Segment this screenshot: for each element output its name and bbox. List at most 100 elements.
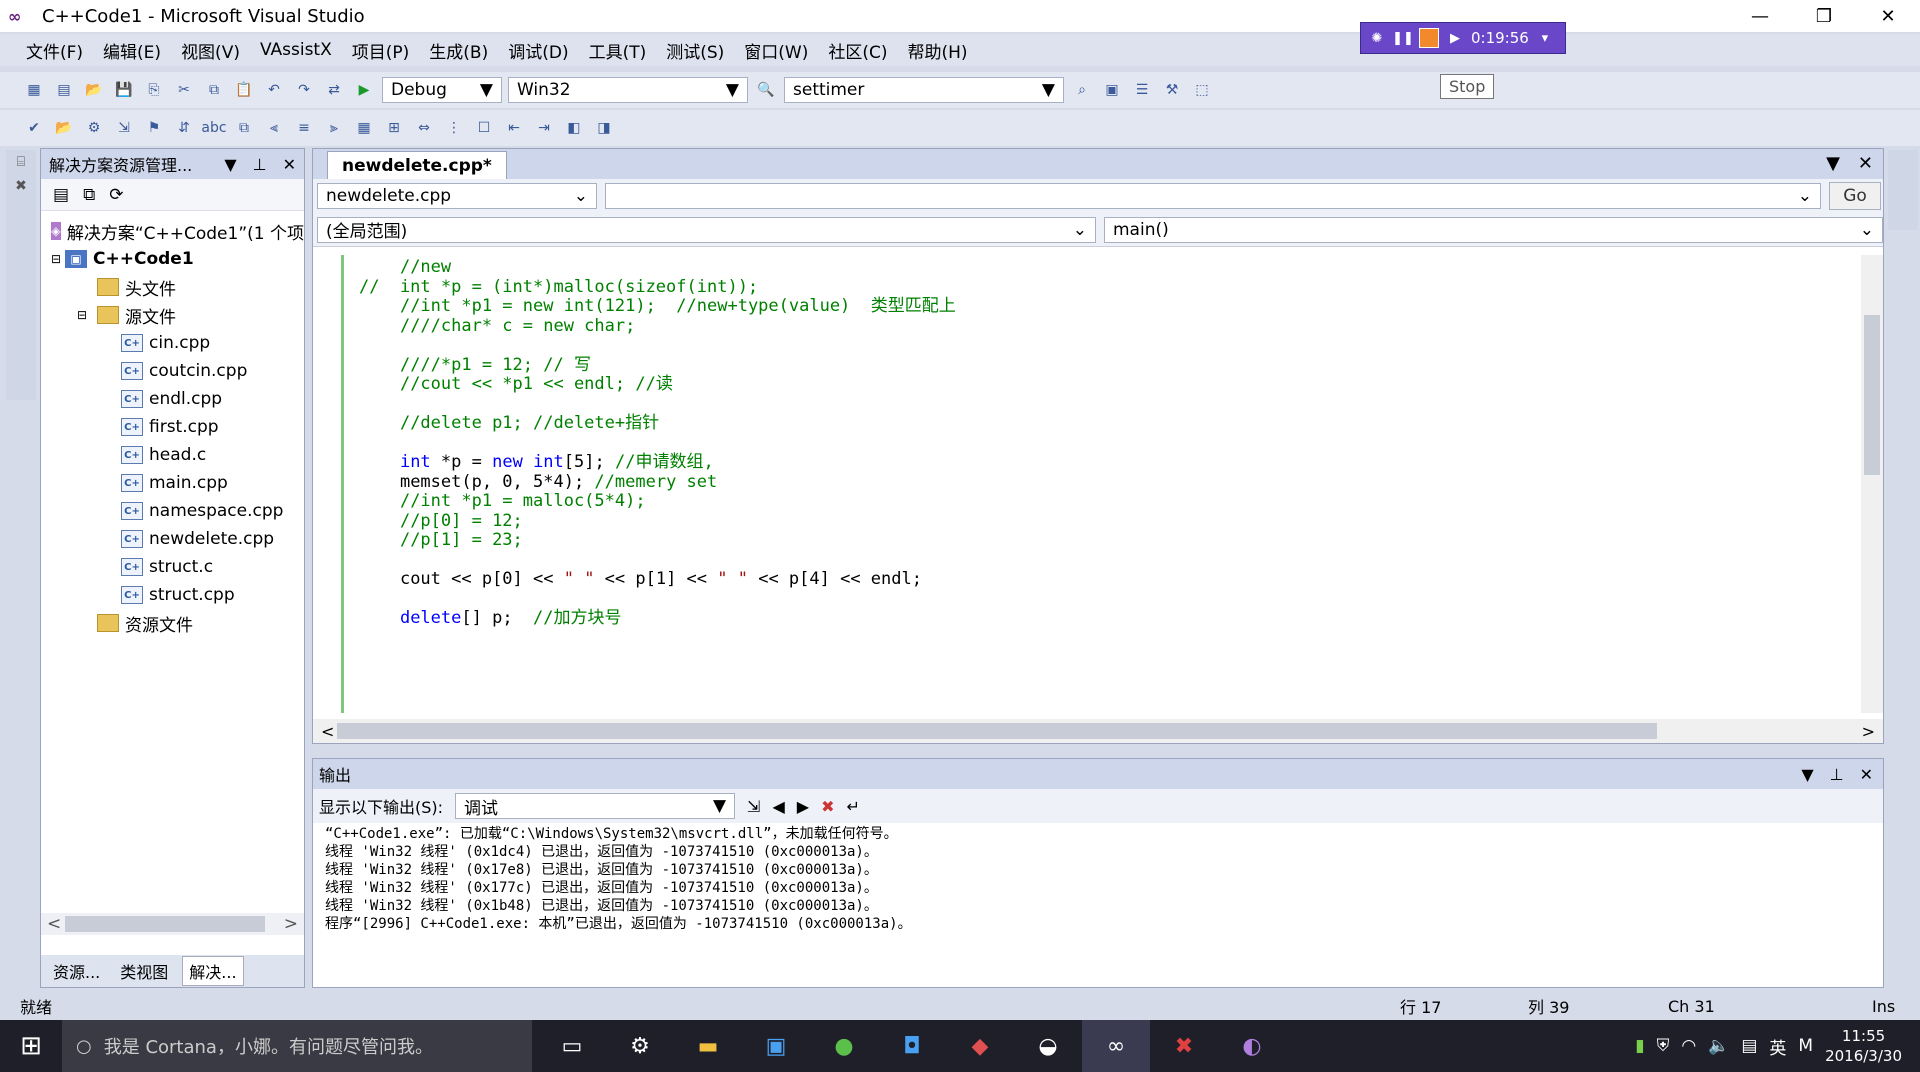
solution-explorer-icon[interactable]: ▣ bbox=[1100, 79, 1124, 101]
output-text[interactable]: “C++Code1.exe”: 已加载“C:\Windows\System32\… bbox=[313, 823, 1883, 935]
open-file-icon[interactable]: 📂 bbox=[52, 117, 76, 139]
battery-icon[interactable]: ▮ bbox=[1635, 1036, 1644, 1056]
scroll-left-icon[interactable]: < bbox=[321, 722, 334, 741]
toolbox-icon[interactable]: ✖ bbox=[15, 178, 27, 194]
tree-file[interactable]: C+ cin.cpp bbox=[41, 329, 304, 357]
notification-icon[interactable]: ▤ bbox=[1741, 1036, 1757, 1056]
navigate-icon[interactable]: ⇄ bbox=[322, 79, 346, 101]
properties-icon[interactable]: ▤ bbox=[53, 185, 69, 205]
dropdown-icon[interactable]: ▾ bbox=[1535, 28, 1555, 48]
solution-root[interactable]: ◈ 解决方案“C++Code1”(1 个项 bbox=[41, 217, 304, 245]
folder-headers[interactable]: 头文件 bbox=[41, 273, 304, 301]
grid-icon[interactable]: ▦ bbox=[352, 117, 376, 139]
align-left-icon[interactable]: ⫷ bbox=[262, 117, 286, 139]
tab-order-icon[interactable]: ⋮ bbox=[442, 117, 466, 139]
menu-10[interactable]: 社区(C) bbox=[818, 38, 897, 63]
play-button[interactable]: ▶ bbox=[1445, 28, 1465, 48]
new-project-icon[interactable]: ▦ bbox=[22, 79, 46, 101]
stop-button[interactable] bbox=[1419, 28, 1439, 48]
find-files-icon[interactable]: ⌕ bbox=[1070, 79, 1094, 101]
refactor-icon[interactable]: ⇵ bbox=[172, 117, 196, 139]
align-center-icon[interactable]: ≡ bbox=[292, 117, 316, 139]
clock[interactable]: 11:55 2016/3/30 bbox=[1825, 1026, 1902, 1066]
navigate-combo[interactable]: ⌄ bbox=[605, 183, 1821, 209]
close-icon[interactable]: ✕ bbox=[1858, 153, 1873, 174]
menu-0[interactable]: 文件(F) bbox=[16, 38, 93, 63]
spacing-icon[interactable]: ⇔ bbox=[412, 117, 436, 139]
volume-icon[interactable]: 🔈 bbox=[1708, 1036, 1729, 1056]
browser-icon[interactable]: ● bbox=[810, 1020, 878, 1072]
code-line[interactable]: delete[] p; //加方块号 bbox=[359, 606, 622, 630]
menu-1[interactable]: 编辑(E) bbox=[93, 38, 171, 63]
save-all-icon[interactable]: ⎘ bbox=[142, 79, 166, 101]
align-right-icon[interactable]: ⫸ bbox=[322, 117, 346, 139]
app-icon[interactable]: ⚙ bbox=[606, 1020, 674, 1072]
tree-file[interactable]: C+ newdelete.cpp bbox=[41, 525, 304, 553]
input-language[interactable]: 英 bbox=[1769, 1034, 1786, 1059]
bookmark-next-icon[interactable]: ◨ bbox=[592, 117, 616, 139]
file-combo[interactable]: newdelete.cpp ⌄ bbox=[317, 183, 597, 209]
tree-file[interactable]: C+ endl.cpp bbox=[41, 385, 304, 413]
pause-button[interactable]: ❚❚ bbox=[1392, 28, 1414, 48]
close-button[interactable]: ✕ bbox=[1856, 0, 1920, 32]
pin-icon[interactable]: ⊥ bbox=[1830, 765, 1844, 784]
editor-vscrollbar[interactable] bbox=[1861, 255, 1883, 713]
save-icon[interactable]: 💾 bbox=[112, 79, 136, 101]
file-explorer-icon[interactable]: ▬ bbox=[674, 1020, 742, 1072]
collapse-icon[interactable]: ⊟ bbox=[51, 252, 65, 266]
menu-11[interactable]: 帮助(H) bbox=[898, 38, 978, 63]
start-page-icon[interactable]: ⬚ bbox=[1190, 79, 1214, 101]
menu-2[interactable]: 视图(V) bbox=[171, 38, 250, 63]
tree-file[interactable]: C+ struct.c bbox=[41, 553, 304, 581]
app-icon[interactable]: ◆ bbox=[946, 1020, 1014, 1072]
cortana-search[interactable]: ○ 我是 Cortana，小娜。有问题尽管问我。 bbox=[62, 1020, 532, 1072]
visual-studio-icon[interactable]: ∞ bbox=[1082, 1020, 1150, 1072]
tree-file[interactable]: C+ main.cpp bbox=[41, 469, 304, 497]
paste-icon[interactable]: ⧉ bbox=[232, 117, 256, 139]
folder-resources[interactable]: 资源文件 bbox=[41, 609, 304, 637]
project-node[interactable]: ⊟ ▣ C++Code1 bbox=[41, 245, 304, 273]
scroll-right-icon[interactable]: > bbox=[1862, 722, 1875, 741]
comment-icon[interactable]: ☐ bbox=[472, 117, 496, 139]
app-icon[interactable]: ◐ bbox=[1218, 1020, 1286, 1072]
start-debug-icon[interactable]: ▶ bbox=[352, 79, 376, 101]
scroll-thumb[interactable] bbox=[65, 916, 265, 932]
task-view-icon[interactable]: ▭ bbox=[538, 1020, 606, 1072]
close-icon[interactable]: ✕ bbox=[283, 155, 296, 174]
tab-class-view[interactable]: 类视图 bbox=[114, 957, 174, 985]
find-symbol-icon[interactable]: ⚙ bbox=[82, 117, 106, 139]
menu-3[interactable]: VAssistX bbox=[250, 40, 342, 60]
paste-icon[interactable]: 📋 bbox=[232, 79, 256, 101]
solution-hscrollbar[interactable]: < > bbox=[41, 913, 304, 935]
tab-newdelete[interactable]: newdelete.cpp* bbox=[327, 151, 507, 179]
outdent-icon[interactable]: ⇤ bbox=[502, 117, 526, 139]
bookmark-icon[interactable]: ⚑ bbox=[142, 117, 166, 139]
platform-select[interactable]: Win32 ▼ bbox=[508, 77, 748, 103]
ime-icon[interactable]: M bbox=[1798, 1036, 1813, 1056]
prev-message-icon[interactable]: ◀ bbox=[772, 797, 784, 816]
tools-icon[interactable]: ⚒ bbox=[1160, 79, 1184, 101]
tree-file[interactable]: C+ namespace.cpp bbox=[41, 497, 304, 525]
menu-9[interactable]: 窗口(W) bbox=[734, 38, 818, 63]
next-message-icon[interactable]: ▶ bbox=[797, 797, 809, 816]
spell-check-icon[interactable]: abc bbox=[201, 117, 226, 139]
tree-file[interactable]: C+ struct.cpp bbox=[41, 581, 304, 609]
tab-dropdown-icon[interactable]: ▼ bbox=[1826, 153, 1840, 174]
app-icon[interactable]: ◒ bbox=[1014, 1020, 1082, 1072]
dropdown-icon[interactable]: ▼ bbox=[1801, 765, 1813, 784]
code-line[interactable]: cout << p[0] << " " << p[1] << " " << p[… bbox=[359, 567, 922, 591]
undo-icon[interactable]: ↶ bbox=[262, 79, 286, 101]
menu-6[interactable]: 调试(D) bbox=[498, 38, 578, 63]
menu-8[interactable]: 测试(S) bbox=[656, 38, 734, 63]
server-explorer-icon[interactable]: ⌸ bbox=[17, 154, 25, 170]
windows-start-icon[interactable]: ⊞ bbox=[0, 1020, 62, 1072]
cut-icon[interactable]: ✂ bbox=[172, 79, 196, 101]
dropdown-icon[interactable]: ▼ bbox=[224, 155, 236, 174]
clear-all-icon[interactable]: ✖ bbox=[821, 797, 834, 816]
close-icon[interactable]: ✕ bbox=[1860, 765, 1873, 784]
scroll-thumb[interactable] bbox=[337, 723, 1657, 739]
word-wrap-icon[interactable]: ↵ bbox=[846, 797, 859, 816]
maximize-button[interactable]: ❐ bbox=[1792, 0, 1856, 32]
minimize-button[interactable]: — bbox=[1728, 0, 1792, 32]
open-icon[interactable]: 📂 bbox=[82, 79, 106, 101]
